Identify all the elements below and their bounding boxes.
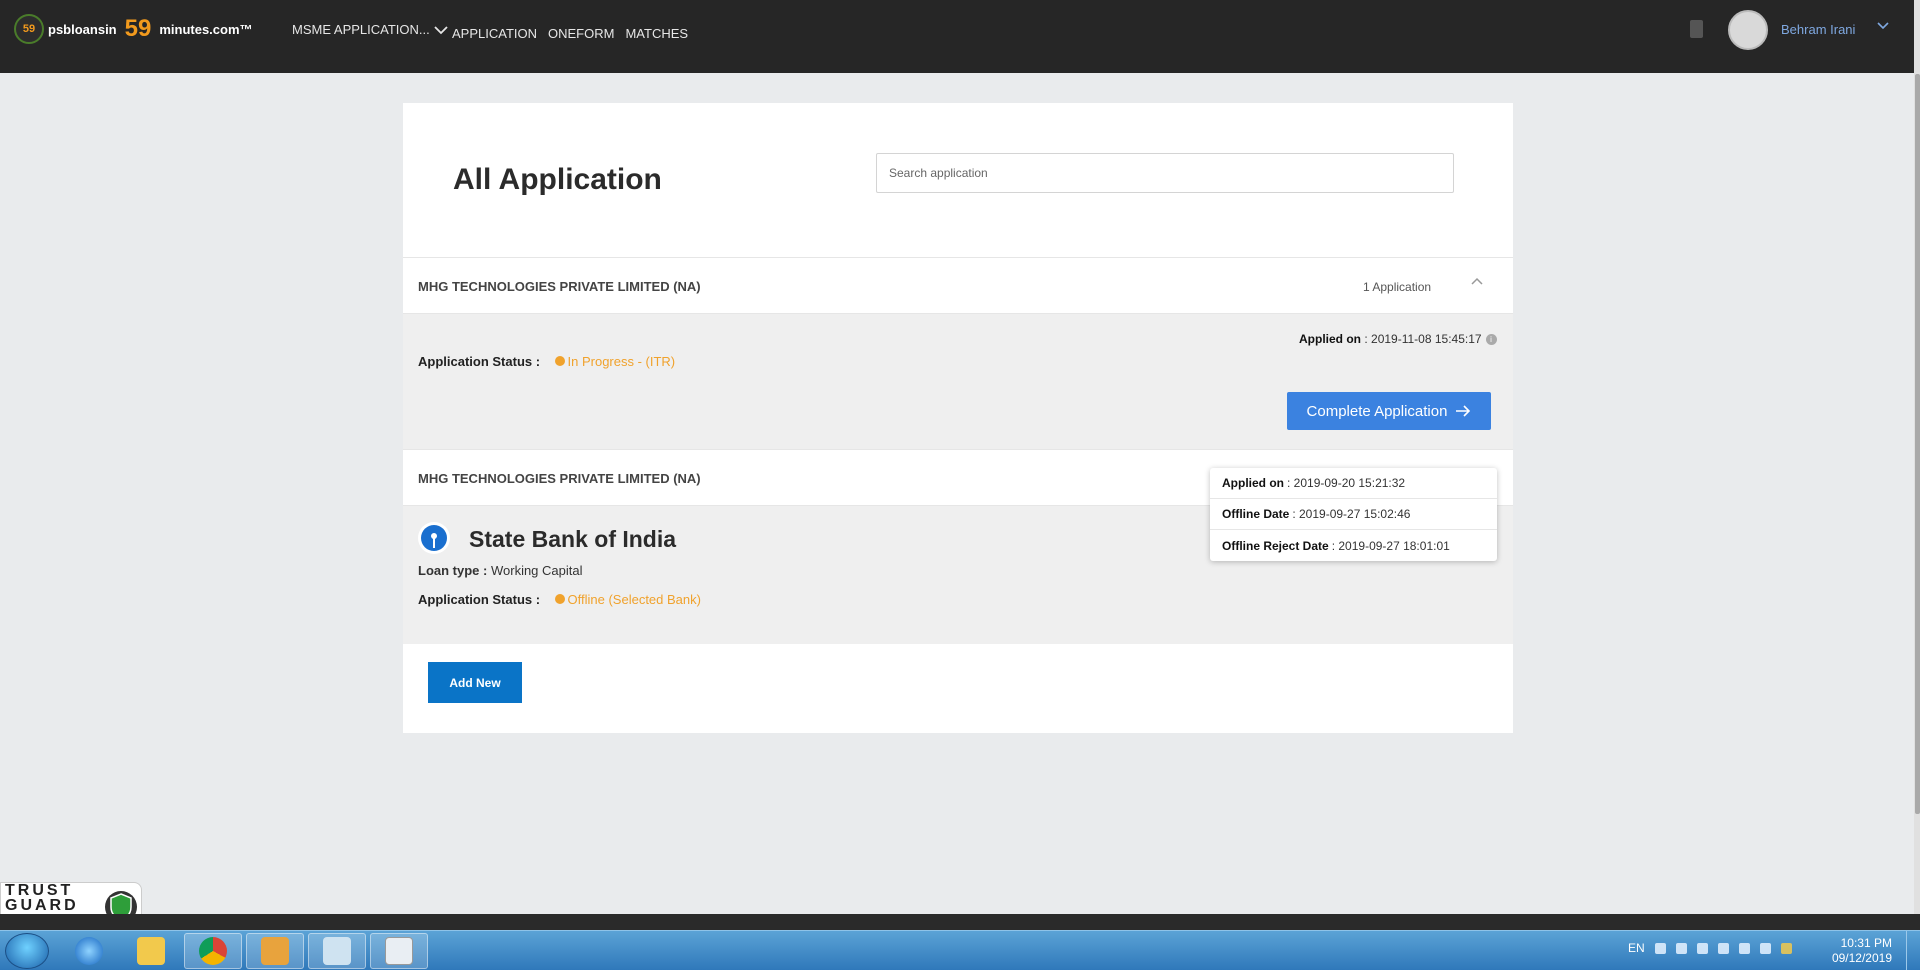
flag-icon[interactable] [1696, 942, 1708, 954]
nav-links: APPLICATION ONEFORM MATCHES [452, 26, 688, 41]
file-explorer-taskbar-icon[interactable] [122, 933, 180, 969]
outlook-taskbar-icon[interactable] [246, 933, 304, 969]
application-panel: Applied on : 2019-11-08 15:45:17 i Applic… [403, 314, 1513, 449]
add-new-button[interactable]: Add New [428, 662, 522, 703]
popover-value: : 2019-09-27 18:01:01 [1331, 538, 1450, 553]
system-tray: EN [1628, 941, 1792, 955]
application-status: Application Status : In Progress - (ITR) [418, 353, 675, 371]
signal-icon[interactable] [1738, 942, 1750, 954]
company-name: MHG TECHNOLOGIES PRIVATE LIMITED (NA) [418, 471, 701, 486]
volume-icon[interactable] [1759, 942, 1771, 954]
calculator-icon[interactable] [1690, 20, 1703, 38]
search-input[interactable] [876, 153, 1454, 193]
sbi-bank-logo-icon [418, 522, 450, 554]
nav-link-oneform[interactable]: ONEFORM [548, 26, 614, 41]
popover-value: : 2019-09-20 15:21:32 [1287, 476, 1406, 490]
application-count: 1 Application [1363, 280, 1432, 294]
trust-guard-text: TRUST GUARD [5, 882, 79, 914]
page-title: All Application [453, 163, 662, 196]
application-group-header[interactable]: MHG TECHNOLOGIES PRIVATE LIMITED (NA) 1 … [403, 257, 1513, 314]
show-desktop-button[interactable] [1906, 931, 1920, 970]
applications-card: All Application MHG TECHNOLOGIES PRIVATE… [403, 103, 1513, 733]
windows-taskbar: EN 10:31 PM 09/12/2019 [0, 930, 1920, 970]
applied-on: Applied on : 2019-11-08 15:45:17 i [1299, 332, 1497, 346]
top-navbar: 59 psbloansin 59 minutes.com™ MSME APPLI… [0, 0, 1920, 73]
clock-date: 09/12/2019 [1831, 951, 1892, 965]
internet-explorer-taskbar-icon[interactable] [60, 933, 118, 969]
notification-icon[interactable] [1780, 942, 1792, 954]
status-label: Application Status : [418, 354, 541, 369]
nav-link-application[interactable]: APPLICATION [452, 26, 537, 41]
footer-strip [0, 914, 1920, 930]
application-dates-popover: Applied on: 2019-09-20 15:21:32 Offline … [1210, 468, 1497, 561]
status-label: Application Status : [418, 592, 541, 607]
complete-application-label: Complete Application [1306, 402, 1448, 420]
company-name: MHG TECHNOLOGIES PRIVATE LIMITED (NA) [418, 279, 701, 294]
chrome-taskbar-icon[interactable] [184, 933, 242, 969]
avatar[interactable] [1728, 10, 1768, 50]
snipping-tool-taskbar-icon[interactable] [370, 933, 428, 969]
tray-expand-icon[interactable] [1654, 942, 1666, 954]
status-dot-icon [554, 594, 565, 604]
popover-row: Applied on: 2019-09-20 15:21:32 [1210, 468, 1497, 499]
bank-name: State Bank of India [469, 526, 677, 552]
loan-type-value: Working Capital [490, 563, 583, 578]
user-name[interactable]: Behram Irani [1781, 22, 1855, 37]
antivirus-icon[interactable] [1675, 942, 1687, 954]
start-button[interactable] [5, 933, 49, 969]
status-value: Offline (Selected Bank) [567, 591, 701, 607]
popover-row: Offline Reject Date: 2019-09-27 18:01:01 [1210, 530, 1497, 561]
logo-number: 59 [124, 15, 152, 42]
info-icon[interactable]: i [1485, 334, 1497, 345]
user-menu-chevron-icon[interactable] [1876, 20, 1890, 30]
dropdown-label: MSME APPLICATION... [292, 22, 430, 37]
popover-label: Offline Date [1222, 507, 1290, 521]
clock-time: 10:31 PM [1840, 936, 1892, 950]
status-dot-icon [554, 356, 565, 366]
language-indicator[interactable]: EN [1628, 941, 1645, 955]
scrollbar-thumb[interactable] [1915, 74, 1920, 814]
logo-text-right: minutes.com™ [159, 21, 253, 37]
logo-text-left: psbloansin [48, 21, 117, 37]
popover-row: Offline Date: 2019-09-27 15:02:46 [1210, 499, 1497, 530]
chevron-up-icon[interactable] [1470, 276, 1484, 286]
loan-type: Loan type : Working Capital [418, 563, 583, 578]
logo-badge-icon: 59 [14, 14, 44, 44]
applied-on-value: 2019-11-08 15:45:17 [1371, 332, 1482, 346]
arrow-right-icon [1456, 405, 1471, 417]
complete-application-button[interactable]: Complete Application [1287, 392, 1491, 430]
status-value: In Progress - (ITR) [567, 353, 676, 369]
status-badge: Offline (Selected Bank) [554, 591, 701, 607]
popover-value: : 2019-09-27 15:02:46 [1292, 507, 1411, 521]
popover-label: Applied on [1222, 476, 1284, 490]
application-status: Application Status : Offline (Selected B… [418, 591, 701, 609]
loan-type-label: Loan type : [418, 563, 488, 578]
applied-on-label: Applied on [1299, 332, 1361, 346]
popover-label: Offline Reject Date [1222, 538, 1329, 553]
msme-application-dropdown[interactable]: MSME APPLICATION... [292, 22, 448, 37]
chevron-down-icon [434, 25, 448, 34]
network-icon[interactable] [1717, 942, 1729, 954]
brand-logo[interactable]: 59 psbloansin 59 minutes.com™ [14, 14, 253, 44]
clock[interactable]: 10:31 PM 09/12/2019 [1830, 936, 1892, 966]
notepad-taskbar-icon[interactable] [308, 933, 366, 969]
nav-link-matches[interactable]: MATCHES [625, 26, 688, 41]
status-badge: In Progress - (ITR) [554, 353, 676, 369]
